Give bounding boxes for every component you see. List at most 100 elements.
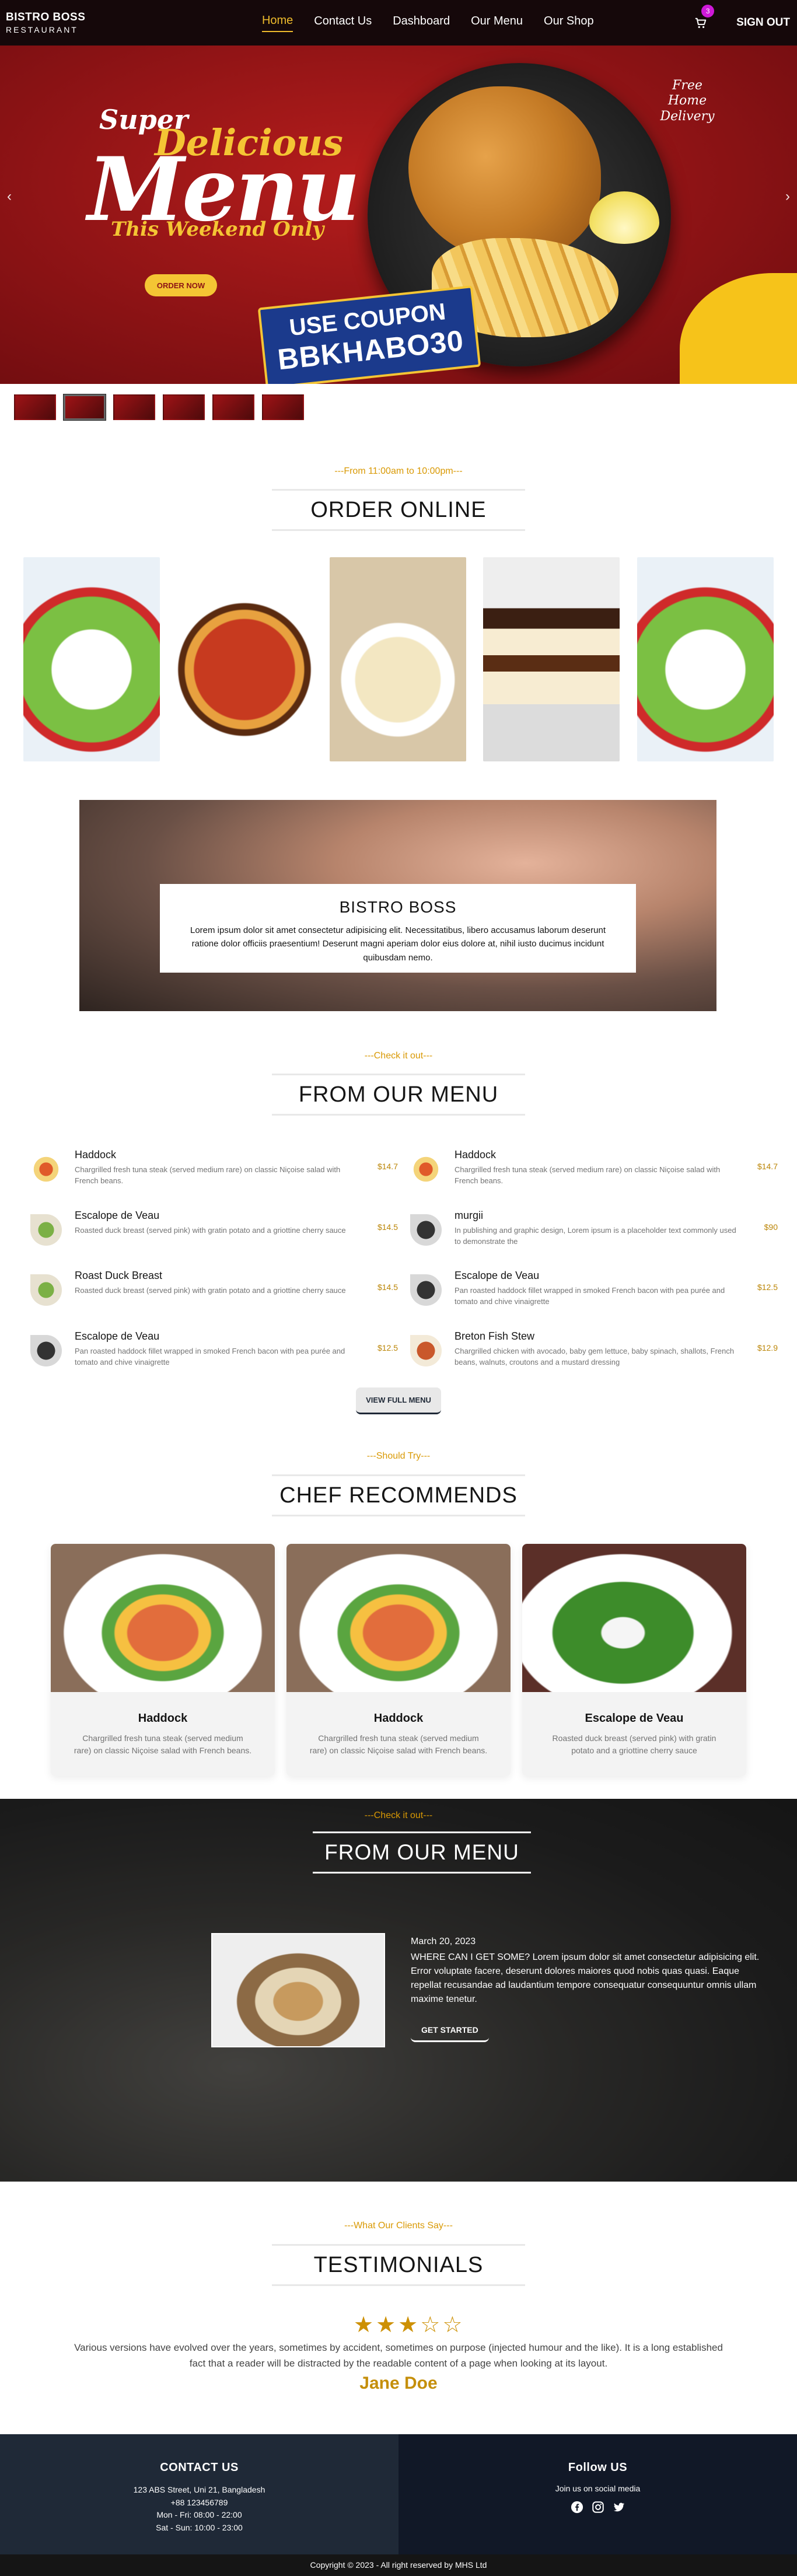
brand-logo[interactable]: BISTRO BOSS RESTAURANT <box>6 10 85 36</box>
menu-item-name: Haddock <box>455 1149 497 1161</box>
recommend-card-image <box>51 1544 275 1692</box>
cart-count-badge: 3 <box>701 5 715 18</box>
order-online-subtitle: ---From 11:00am to 10:00pm--- <box>334 466 463 476</box>
star-icon: ☆ <box>420 2313 441 2337</box>
featured-section: ---Check it out--- FROM OUR MENU March 2… <box>0 1799 797 2182</box>
menu-item-name: Haddock <box>75 1149 117 1161</box>
menu-item-image <box>30 1335 62 1366</box>
nav-link-contact[interactable]: Contact Us <box>314 15 372 32</box>
featured-title: FROM OUR MENU <box>313 1831 531 1874</box>
category-dessert-card[interactable] <box>483 557 620 761</box>
menu-item-desc: Chargrilled fresh tuna steak (served med… <box>455 1165 721 1185</box>
nav-link-our-shop[interactable]: Our Shop <box>544 15 594 32</box>
social-links <box>398 2500 797 2514</box>
menu-item-desc: Roasted duck breast (served pink) with g… <box>75 1226 346 1235</box>
menu-item-image <box>410 1274 442 1306</box>
carousel-thumbnails <box>14 394 304 421</box>
contact-hours-weekend: Sat - Sun: 10:00 - 23:00 <box>156 2523 243 2533</box>
menu-item-name: Breton Fish Stew <box>455 1330 535 1342</box>
recommend-card[interactable]: Haddock Chargrilled fresh tuna steak (se… <box>286 1544 511 1776</box>
recommend-card-desc: Roasted duck breast (served pink) with g… <box>552 1733 716 1755</box>
featured-content: March 20, 2023 WHERE CAN I GET SOME? Lor… <box>411 1937 761 2042</box>
menu-item-image <box>30 1154 62 1185</box>
menu-item-image <box>410 1335 442 1366</box>
instagram-icon[interactable] <box>591 2500 605 2514</box>
menu-item-name: murgii <box>455 1210 484 1221</box>
bistro-text: Lorem ipsum dolor sit amet consectetur a… <box>190 925 606 963</box>
menu-item-price: $12.9 <box>757 1343 778 1352</box>
free-delivery-text: Free Home Delivery <box>660 78 715 124</box>
chevron-right-icon[interactable]: › <box>785 188 790 205</box>
carousel-thumb-4[interactable] <box>163 394 205 420</box>
carousel-thumb-5[interactable] <box>212 394 254 420</box>
menu-item-name: Escalope de Veau <box>75 1210 160 1221</box>
star-icon: ★ <box>376 2313 396 2337</box>
carousel-thumb-6[interactable] <box>262 394 304 420</box>
navbar: BISTRO BOSS RESTAURANT Home Contact Us D… <box>0 0 797 46</box>
menu-item[interactable]: Escalope de Veau Roasted duck breast (ser… <box>30 1210 398 1262</box>
bistro-title: BISTRO BOSS <box>339 898 457 916</box>
contact-title: CONTACT US <box>160 2461 239 2474</box>
category-soup-card[interactable] <box>330 557 466 761</box>
featured-subtitle: ---Check it out--- <box>364 1810 433 1820</box>
fried-chicken-image <box>408 86 601 261</box>
get-started-button[interactable]: GET STARTED <box>411 2019 489 2042</box>
decorative-blob <box>680 273 797 384</box>
footer-contact: CONTACT US 123 ABS Street, Uni 21, Bangl… <box>0 2434 398 2554</box>
menu-item[interactable]: Breton Fish Stew Chargrilled chicken with… <box>410 1330 778 1383</box>
menu-title: FROM OUR MENU <box>272 1074 525 1116</box>
menu-subtitle: ---Check it out--- <box>364 1051 433 1061</box>
menu-item-image <box>30 1274 62 1306</box>
order-online-title: ORDER ONLINE <box>272 489 525 531</box>
testimonials-title: TESTIMONIALS <box>272 2244 525 2286</box>
carousel-thumb-2[interactable] <box>63 394 106 421</box>
menu-item-price: $12.5 <box>757 1282 778 1292</box>
page: BISTRO BOSS RESTAURANT Home Contact Us D… <box>0 0 797 2576</box>
menu-item[interactable]: Haddock Chargrilled fresh tuna steak (ser… <box>30 1149 398 1201</box>
menu-item-image <box>410 1154 442 1185</box>
recommend-card[interactable]: Escalope de Veau Roasted duck breast (se… <box>522 1544 746 1776</box>
view-full-menu-button[interactable]: VIEW FULL MENU <box>356 1387 441 1414</box>
coupon-banner: USE COUPON BBKHABO30 <box>257 285 481 384</box>
recommend-card[interactable]: Haddock Chargrilled fresh tuna steak (se… <box>51 1544 275 1776</box>
nav-link-dashboard[interactable]: Dashboard <box>393 15 450 32</box>
bistro-banner: BISTRO BOSS Lorem ipsum dolor sit amet c… <box>79 800 716 1011</box>
brand-tagline: RESTAURANT <box>6 25 78 35</box>
testimonial-quote: Various versions have evolved over the y… <box>74 2342 723 2369</box>
follow-title: Follow US <box>568 2461 628 2474</box>
chevron-left-icon[interactable]: ‹ <box>7 188 12 205</box>
facebook-icon[interactable] <box>570 2500 584 2514</box>
nav-link-our-menu[interactable]: Our Menu <box>471 15 523 32</box>
sign-out-button[interactable]: SIGN OUT <box>736 16 790 29</box>
lemon-image <box>589 191 659 244</box>
menu-item-name: Escalope de Veau <box>455 1270 540 1281</box>
carousel-thumb-3[interactable] <box>113 394 155 420</box>
copyright: Copyright © 2023 - All right reserved by… <box>0 2554 797 2576</box>
recommend-card-image <box>286 1544 511 1692</box>
menu-item-desc: Chargrilled fresh tuna steak (served med… <box>75 1165 341 1185</box>
carousel-thumb-1[interactable] <box>14 394 56 420</box>
hero-weekend: This Weekend Only <box>111 218 324 241</box>
recommend-card-title: Escalope de Veau <box>585 1712 684 1725</box>
menu-item-desc: In publishing and graphic design, Lorem … <box>455 1226 736 1246</box>
contact-address: 123 ABS Street, Uni 21, Bangladesh <box>133 2485 265 2494</box>
category-salad-card[interactable] <box>637 557 774 761</box>
menu-item-image <box>30 1214 62 1246</box>
hero-carousel: ‹ › Super Delicious Menu This Weekend On… <box>0 46 797 384</box>
twitter-icon[interactable] <box>612 2500 626 2514</box>
nav-link-home[interactable]: Home <box>261 14 293 32</box>
order-now-button[interactable]: ORDER NOW <box>145 274 217 296</box>
category-pizza-card[interactable] <box>176 557 313 761</box>
menu-item[interactable]: Roast Duck Breast Roasted duck breast (se… <box>30 1270 398 1322</box>
chef-subtitle: ---Should Try--- <box>366 1451 431 1461</box>
menu-item[interactable]: Haddock Chargrilled fresh tuna steak (ser… <box>410 1149 778 1201</box>
menu-item[interactable]: Escalope de Veau Pan roasted haddock fill… <box>30 1330 398 1383</box>
category-salad-card[interactable] <box>23 557 160 761</box>
menu-item-desc: Pan roasted haddock fillet wrapped in sm… <box>75 1347 345 1366</box>
cart-button[interactable]: 3 <box>694 5 715 30</box>
menu-item[interactable]: murgii In publishing and graphic design, … <box>410 1210 778 1262</box>
menu-item-name: Escalope de Veau <box>75 1330 160 1342</box>
menu-item-desc: Pan roasted haddock fillet wrapped in sm… <box>455 1286 725 1306</box>
menu-item-price: $14.7 <box>377 1162 398 1171</box>
menu-item[interactable]: Escalope de Veau Pan roasted haddock fill… <box>410 1270 778 1322</box>
